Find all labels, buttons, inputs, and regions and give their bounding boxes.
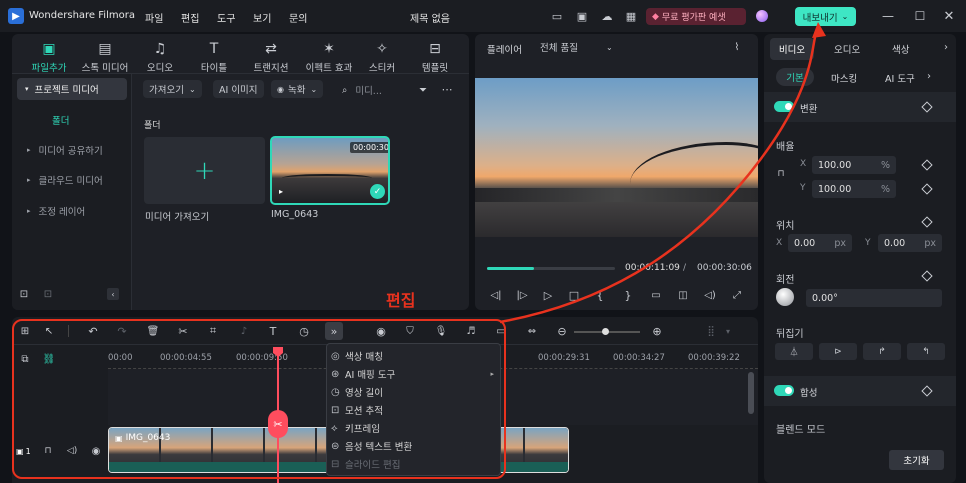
annotation-arrow (499, 22, 826, 324)
